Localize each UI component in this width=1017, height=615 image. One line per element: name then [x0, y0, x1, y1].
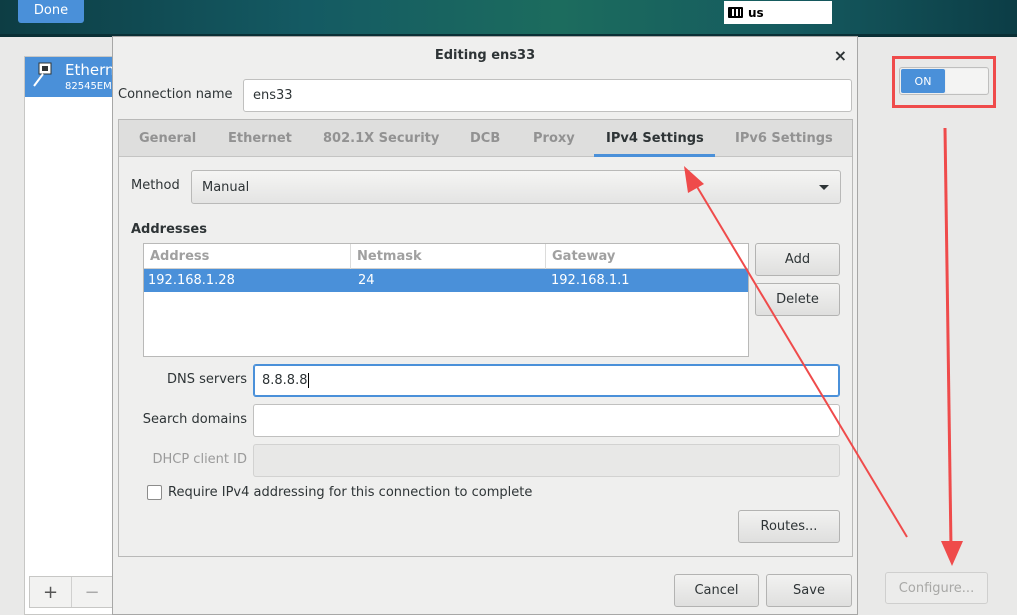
- gateway-cell[interactable]: 192.168.1.1: [547, 269, 630, 292]
- connection-name-label: Ethernet: [65, 61, 113, 79]
- close-icon[interactable]: ×: [834, 46, 847, 65]
- address-cell[interactable]: 192.168.1.28: [144, 269, 235, 292]
- dns-servers-label: DNS servers: [166, 372, 247, 387]
- addresses-label: Addresses: [131, 222, 207, 237]
- require-ipv4-row[interactable]: Require IPv4 addressing for this connect…: [147, 485, 532, 500]
- configure-button[interactable]: Configure...: [885, 572, 988, 604]
- keyboard-icon: [728, 7, 743, 18]
- cancel-button[interactable]: Cancel: [674, 574, 759, 607]
- settings-notebook: General Ethernet 802.1X Security DCB Pro…: [118, 119, 853, 557]
- connection-list-toolbar: + −: [29, 576, 113, 608]
- method-selected-value: Manual: [202, 179, 250, 195]
- tab-8021x-security[interactable]: 802.1X Security: [323, 120, 439, 157]
- require-ipv4-label[interactable]: Require IPv4 addressing for this connect…: [168, 485, 532, 500]
- column-header-gateway[interactable]: Gateway: [546, 244, 748, 269]
- tab-dcb[interactable]: DCB: [470, 120, 500, 157]
- require-ipv4-checkbox[interactable]: [147, 485, 162, 500]
- keyboard-layout-indicator[interactable]: us: [724, 1, 832, 24]
- connection-toggle-switch[interactable]: ON: [899, 67, 989, 95]
- method-dropdown[interactable]: Manual: [191, 170, 841, 204]
- tab-ipv6-settings[interactable]: IPv6 Settings: [735, 120, 833, 157]
- editing-connection-dialog: Editing ens33 × Connection name ens33 Ge…: [112, 36, 858, 615]
- dialog-title: Editing ens33: [434, 47, 536, 63]
- tab-ipv4-settings[interactable]: IPv4 Settings: [606, 120, 704, 157]
- active-tab-indicator: [594, 154, 715, 157]
- netmask-cell[interactable]: 24: [354, 269, 375, 292]
- connection-device-label: 82545EM: [65, 81, 112, 92]
- tab-proxy[interactable]: Proxy: [533, 120, 575, 157]
- keyboard-layout-label: us: [748, 5, 764, 20]
- method-label: Method: [131, 178, 180, 193]
- remove-connection-button[interactable]: −: [70, 577, 112, 607]
- tab-ethernet[interactable]: Ethernet: [228, 120, 292, 157]
- text-cursor: [308, 373, 310, 388]
- dhcp-client-id-label: DHCP client ID: [152, 452, 247, 467]
- tab-general[interactable]: General: [139, 120, 196, 157]
- toggle-highlight-box: ON: [892, 56, 996, 108]
- connection-list: Ethernet 82545EM + −: [24, 56, 114, 615]
- settings-tabs: General Ethernet 802.1X Security DCB Pro…: [119, 120, 852, 157]
- dhcp-client-id-input: [253, 444, 840, 477]
- ethernet-icon: [33, 62, 52, 87]
- addresses-table-header: Address Netmask Gateway: [144, 244, 748, 269]
- delete-address-button[interactable]: Delete: [755, 283, 840, 316]
- top-header-bar: Done us: [0, 0, 1017, 37]
- connection-list-item-ethernet[interactable]: Ethernet 82545EM: [25, 57, 113, 97]
- addresses-table[interactable]: Address Netmask Gateway 192.168.1.28 24 …: [143, 243, 749, 357]
- dns-servers-value: 8.8.8.8: [262, 373, 308, 388]
- toggle-knob[interactable]: [946, 69, 988, 93]
- done-button[interactable]: Done: [18, 0, 84, 23]
- connection-name-input[interactable]: ens33: [243, 79, 852, 112]
- table-row[interactable]: 192.168.1.28 24 192.168.1.1: [144, 269, 748, 292]
- routes-button[interactable]: Routes...: [738, 510, 840, 543]
- chevron-down-icon: [819, 185, 829, 190]
- add-address-button[interactable]: Add: [755, 243, 840, 276]
- dns-servers-input[interactable]: 8.8.8.8: [253, 364, 840, 397]
- column-header-address[interactable]: Address: [144, 244, 351, 269]
- column-header-netmask[interactable]: Netmask: [351, 244, 546, 269]
- search-domains-input[interactable]: [253, 404, 840, 437]
- toggle-on-label: ON: [901, 69, 945, 93]
- save-button[interactable]: Save: [766, 574, 852, 607]
- connection-name-field-label: Connection name: [118, 87, 233, 102]
- add-connection-button[interactable]: +: [30, 577, 71, 607]
- search-domains-label: Search domains: [142, 412, 247, 427]
